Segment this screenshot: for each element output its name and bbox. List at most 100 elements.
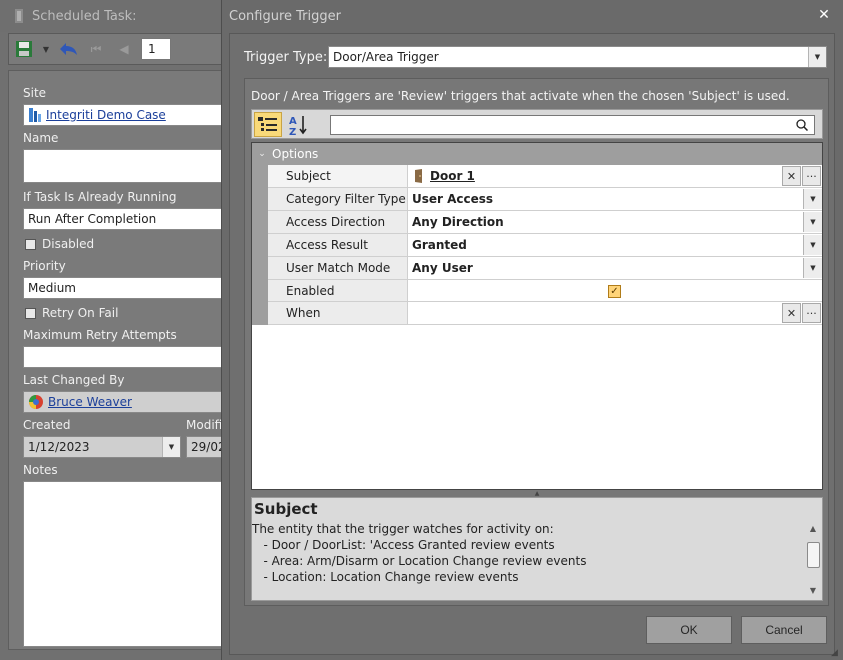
trigger-type-label: Trigger Type: [244,50,328,65]
search-icon[interactable] [796,119,808,131]
scroll-down-icon[interactable]: ▼ [805,584,821,598]
site-field[interactable]: Integriti Demo Case [23,104,233,126]
name-label: Name [23,131,59,145]
row-gutter [252,257,268,280]
property-row-when[interactable]: When ✕ ··· [252,302,822,325]
clear-icon[interactable]: ✕ [782,303,801,323]
created-dropdown-icon[interactable]: ▼ [162,437,180,457]
max-retry-input[interactable] [23,346,233,368]
categorized-view-button[interactable] [254,112,282,137]
trigger-type-value: Door/Area Trigger [333,50,439,64]
property-row-enabled[interactable]: Enabled ✓ [252,280,822,302]
property-help-panel: Subject The entity that the trigger watc… [251,497,823,601]
property-grid: ⌄ Options Subject Door 1 ✕ ··· Category … [251,142,823,490]
property-value-text: User Access [412,192,494,206]
retry-label: Retry On Fail [42,306,119,320]
property-value[interactable]: Any Direction ▼ [408,211,822,234]
last-changed-field[interactable]: Bruce Weaver [23,391,233,413]
running-select[interactable]: Run After Completion [23,208,233,230]
property-value-subject[interactable]: Door 1 ✕ ··· [408,165,822,188]
site-label: Site [23,86,47,100]
task-icon [15,9,23,23]
task-toolbar: ▼ ⏮ ◀ 1 [8,33,230,65]
alphabetical-sort-button[interactable]: A Z [286,112,312,137]
site-link[interactable]: Integriti Demo Case [46,108,166,122]
enabled-checkbox[interactable]: ✓ [608,285,621,298]
ellipsis-icon[interactable]: ··· [802,166,821,186]
ok-button[interactable]: OK [646,616,732,644]
property-name: When [268,302,408,325]
priority-select[interactable]: Medium [23,277,233,299]
retry-checkbox-box[interactable] [25,307,36,319]
undo-icon [60,43,77,55]
property-name: Enabled [268,280,408,302]
property-value-text: Granted [412,238,467,252]
subject-link[interactable]: Door 1 [430,169,475,183]
retry-checkbox[interactable]: Retry On Fail [25,306,118,320]
page-number-input[interactable]: 1 [141,38,171,60]
trigger-type-select[interactable]: Door/Area Trigger ▼ [328,46,827,68]
dialog-body: Trigger Type: Door/Area Trigger ▼ Door /… [229,33,835,655]
save-dropdown-icon[interactable]: ▼ [41,38,51,60]
svg-text:A: A [289,116,297,127]
dialog-title: Configure Trigger [229,8,341,24]
property-value[interactable]: Any User ▼ [408,257,822,280]
user-icon [29,395,43,409]
help-line: - Door / DoorList: 'Access Granted revie… [252,538,555,552]
prev-page-icon[interactable]: ◀ [113,38,135,60]
notes-textarea[interactable] [23,481,233,647]
property-row-user-match-mode[interactable]: User Match Mode Any User ▼ [252,257,822,280]
scheduled-task-title: Scheduled Task: [32,8,137,24]
category-options-row[interactable]: ⌄ Options [252,143,822,165]
priority-label: Priority [23,259,66,273]
name-input[interactable] [23,149,233,183]
created-date-value: 1/12/2023 [28,440,90,454]
help-scrollbar[interactable]: ▲ ▼ [805,520,821,600]
last-changed-link[interactable]: Bruce Weaver [48,395,132,409]
collapse-chevron-icon[interactable]: ⌄ [252,149,272,159]
cancel-button[interactable]: Cancel [741,616,827,644]
property-search-input[interactable] [330,115,815,135]
sort-alpha-icon: A Z [289,115,307,136]
trigger-options-panel: Door / Area Triggers are 'Review' trigge… [244,78,829,606]
dropdown-icon[interactable]: ▼ [803,235,822,255]
svg-text:Z: Z [289,127,296,136]
close-icon[interactable]: ✕ [817,8,831,22]
property-value[interactable]: User Access ▼ [408,188,822,211]
created-date-field[interactable]: 1/12/2023 ▼ [23,436,181,458]
site-icon [29,108,41,122]
door-icon [415,169,422,183]
scroll-thumb[interactable] [807,542,820,568]
scheduled-task-titlebar: Scheduled Task: [0,0,230,32]
property-value[interactable]: Granted ▼ [408,234,822,257]
property-row-access-direction[interactable]: Access Direction Any Direction ▼ [252,211,822,234]
undo-button[interactable] [57,38,79,60]
row-gutter [252,188,268,211]
dropdown-icon[interactable]: ▼ [803,212,822,232]
save-button[interactable] [13,38,35,60]
scroll-up-icon[interactable]: ▲ [805,522,821,536]
disabled-checkbox-box[interactable] [25,238,36,250]
clear-icon[interactable]: ✕ [782,166,801,186]
property-row-access-result[interactable]: Access Result Granted ▼ [252,234,822,257]
property-name: Access Direction [268,211,408,234]
disabled-checkbox[interactable]: Disabled [25,237,94,251]
property-value-when[interactable]: ✕ ··· [408,302,822,325]
help-title: Subject [254,500,318,518]
property-value[interactable]: ✓ [408,280,822,302]
dropdown-icon[interactable]: ▼ [803,189,822,209]
first-page-icon[interactable]: ⏮ [85,38,107,60]
property-row-category-filter[interactable]: Category Filter Type User Access ▼ [252,188,822,211]
row-gutter [252,165,268,188]
property-grid-toolbar: A Z [251,109,823,139]
trigger-description: Door / Area Triggers are 'Review' trigge… [251,89,790,103]
dialog-titlebar: Configure Trigger [222,0,843,32]
categorized-icon [258,116,277,131]
dropdown-icon[interactable]: ▼ [803,258,822,278]
task-form: Site Integriti Demo Case Name If Task Is… [8,70,233,650]
ellipsis-icon[interactable]: ··· [802,303,821,323]
notes-label: Notes [23,463,58,477]
property-row-subject[interactable]: Subject Door 1 ✕ ··· [252,165,822,188]
resize-grip-icon[interactable]: ◢ [831,648,841,658]
dropdown-icon[interactable]: ▼ [808,47,826,67]
